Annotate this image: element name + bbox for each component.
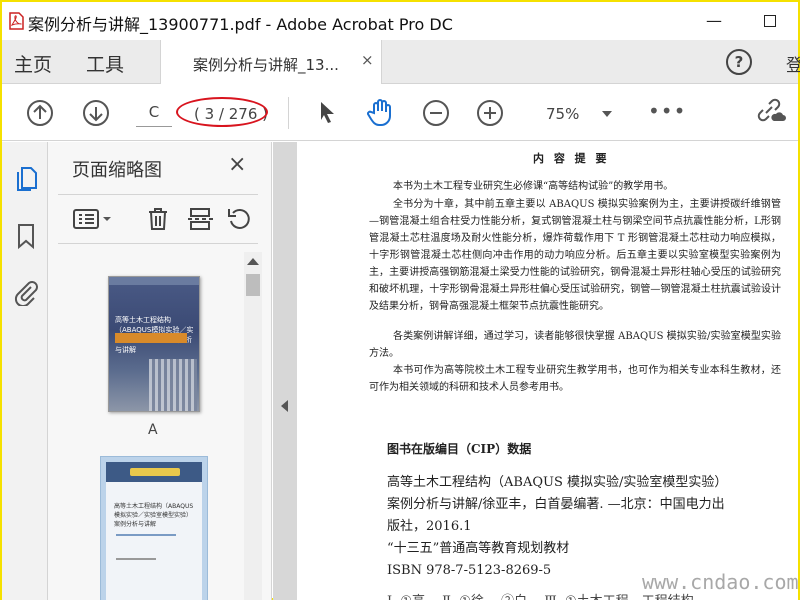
cip-line: “十三五”普通高等教育规划教材 [387,541,570,556]
cip-entry: 高等土木工程结构（ABAQUS 模拟实验/实验室模型实验） 案例分析与讲解/徐亚… [387,472,787,582]
panel-title: 页面缩略图 [72,160,162,181]
close-panel-button[interactable]: × [228,152,246,177]
sign-in-link[interactable]: 登 [786,51,800,76]
extract-pages-icon[interactable] [186,205,214,233]
cip-line: 版社，2016.1 [387,519,472,534]
page-thumbnails-panel: 页面缩略图 × 高等土木工程结构（ABAQUS模拟实验／实验室模型实验）案例分析… [48,142,272,600]
title-page-rule-short [116,558,156,560]
more-tools-icon[interactable]: ••• [648,99,686,123]
close-tab-button[interactable]: × [361,51,374,69]
options-menu-icon[interactable] [72,205,112,233]
document-tab-label: 案例分析与讲解_13... [193,56,339,74]
window-title: 案例分析与讲解_13900771.pdf - Adobe Acrobat Pro… [28,15,453,34]
left-navigation-rail [2,142,48,600]
page-number-input[interactable]: C [136,97,172,127]
rotate-page-icon[interactable] [226,205,254,233]
scroll-thumb[interactable] [246,274,260,296]
zoom-out-icon[interactable] [422,99,450,127]
zoom-dropdown-icon[interactable] [602,111,612,117]
acrobat-app-icon [8,12,24,30]
thumbnail-scrollbar[interactable] [244,252,262,600]
share-link-icon[interactable] [754,97,786,125]
page-paragraph-1: 本书为土木工程专业研究生必修课“高等结构试验”的教学用书。 [393,181,674,192]
page-count-highlight [176,97,268,127]
title-page-series-tag [130,468,180,476]
hand-tool-icon[interactable] [366,97,396,127]
thumbnail-toolbar [58,194,258,244]
tab-bar: 主页 工具 案例分析与讲解_13... × ? 登 [2,40,800,84]
cover-building-image [149,359,197,411]
thumbnail-label: A [148,422,158,438]
cip-line: 案例分析与讲解/徐亚丰，白首晏编著. —北京：中国电力出 [387,497,725,512]
bookmarks-icon[interactable] [13,222,39,250]
next-page-icon[interactable] [82,99,110,127]
cover-title-highlight [115,333,187,343]
cip-line: 高等土木工程结构（ABAQUS 模拟实验/实验室模型实验） [387,475,728,490]
document-view[interactable]: 内 容 提 要 本书为土木工程专业研究生必修课“高等结构试验”的教学用书。 全书… [273,142,798,600]
page-thumbnail-title-page[interactable]: 高等土木工程结构（ABAQUS模拟实验／实验室模型实验）案例分析与讲解 [106,462,202,600]
select-pointer-icon[interactable] [314,99,342,127]
title-bar: 案例分析与讲解_13900771.pdf - Adobe Acrobat Pro… [2,2,798,40]
toolbar: C ( 3 / 276 ) 75% ••• [2,85,798,141]
delete-pages-icon[interactable] [144,205,172,233]
toolbar-divider [288,97,289,129]
cip-heading: 图书在版编目（CIP）数据 [387,442,532,456]
watermark: www.cndao.com [642,570,799,594]
attachments-icon[interactable] [13,278,39,306]
title-page-title-text: 高等土木工程结构（ABAQUS模拟实验／实验室模型实验）案例分析与讲解 [114,503,194,528]
cover-header-band [109,277,199,285]
tab-tools[interactable]: 工具 [86,50,124,77]
scroll-up-arrow-icon[interactable] [247,258,259,265]
page-heading: 内 容 提 要 [533,152,610,165]
page-paragraph-2: 全书分为十章，其中前五章主要以 ABAQUS 模拟实验案例为主，主要讲授碳纤维钢… [369,199,781,312]
zoom-level[interactable]: 75% [546,105,579,123]
page-paragraph-3: 各类案例讲解详细，通过学习，读者能够很快掌握 ABAQUS 模拟实验/实验室模型… [369,331,781,359]
maximize-button[interactable] [758,9,782,33]
help-icon[interactable]: ? [726,49,752,75]
tab-home[interactable]: 主页 [14,50,52,77]
previous-page-icon[interactable] [26,99,54,127]
pdf-page: 内 容 提 要 本书为土木工程专业研究生必修课“高等结构试验”的教学用书。 全书… [297,142,798,600]
collapse-panel-arrow-icon[interactable] [281,400,288,412]
page-thumbnail-cover[interactable]: 高等土木工程结构（ABAQUS模拟实验／实验室模型实验）案例分析与讲解 [108,276,200,412]
zoom-in-icon[interactable] [476,99,504,127]
document-tab[interactable]: 案例分析与讲解_13... × [160,40,382,84]
title-page-rule [116,534,176,536]
page-thumbnails-icon[interactable] [13,164,39,192]
maximize-icon [764,15,776,27]
minimize-button[interactable]: — [702,9,726,33]
page-paragraph-4: 本书可作为高等院校土木工程专业研究生教学用书，也可作为相关专业本科生教材，还可作… [369,365,781,393]
